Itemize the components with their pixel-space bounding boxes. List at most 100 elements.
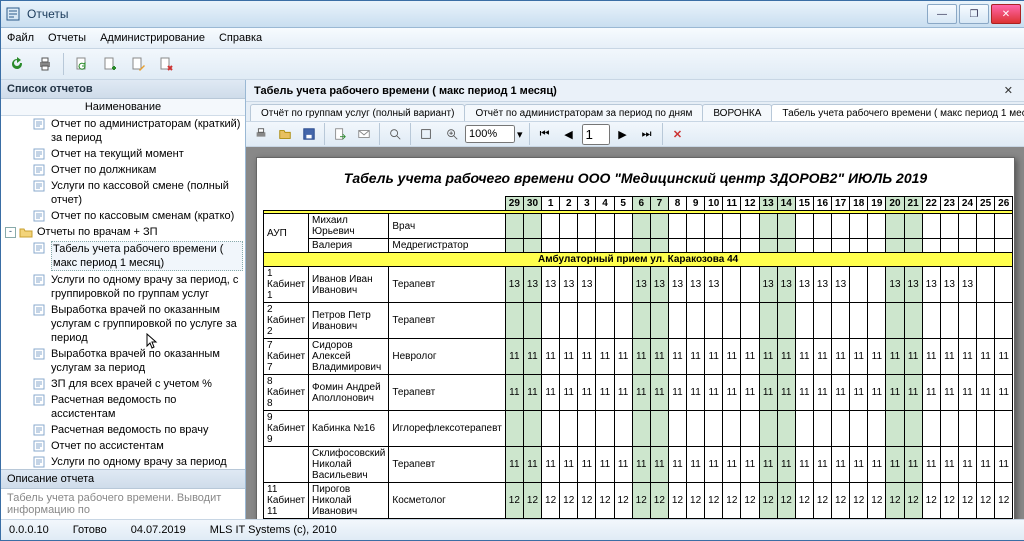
doc-icon <box>33 440 47 452</box>
tree-node[interactable]: -Отчеты по врачам + ЗП <box>1 224 245 240</box>
tree-label: Услуги по одному врачу за период, с груп… <box>51 273 243 301</box>
doc-icon <box>33 424 47 436</box>
document-tab[interactable]: ВОРОНКА <box>702 104 772 121</box>
statusbar: 0.0.0.10 Готово 04.07.2019 MLS IT System… <box>1 519 1024 540</box>
window-title: Отчеты <box>27 7 927 21</box>
document-tabs: Отчёт по группам услуг (полный вариант)О… <box>246 102 1024 121</box>
tree-label: Отчеты по врачам + ЗП <box>37 225 243 239</box>
tree-label: Отчет по ассистентам <box>51 439 243 453</box>
prev-page-icon[interactable]: ◀ <box>558 123 580 145</box>
tree-node[interactable]: Отчет по администраторам (краткий) за пе… <box>1 116 245 146</box>
status-date: 04.07.2019 <box>131 524 186 536</box>
report-tree[interactable]: Отчет по администраторам (краткий) за пе… <box>1 116 245 469</box>
print-icon[interactable] <box>250 123 272 145</box>
tree-node[interactable]: Отчет по ассистентам <box>1 438 245 454</box>
titlebar: Отчеты — ❐ ✕ <box>1 1 1024 28</box>
doc-icon <box>33 304 47 316</box>
menu-item[interactable]: Администрирование <box>100 32 205 44</box>
tree-label: Услуги по одному врачу за период <box>51 455 243 469</box>
doc-icon <box>33 378 47 390</box>
doc-icon <box>33 242 47 254</box>
sidebar: Список отчетов Наименование Отчет по адм… <box>1 80 246 519</box>
document-close-button[interactable]: ✕ <box>1000 84 1017 97</box>
main-area: Табель учета рабочего времени ( макс пер… <box>246 80 1024 519</box>
report-title: Табель учета рабочего времени ООО "Медиц… <box>263 164 1008 196</box>
open-icon[interactable] <box>274 123 296 145</box>
export-icon[interactable] <box>329 123 351 145</box>
next-page-icon[interactable]: ▶ <box>612 123 634 145</box>
main-toolbar <box>1 49 1024 80</box>
tree-node[interactable]: ЗП для всех врачей с учетом % <box>1 376 245 392</box>
document-tab[interactable]: Отчёт по группам услуг (полный вариант) <box>250 104 465 121</box>
minimize-button[interactable]: — <box>927 4 957 24</box>
menu-item[interactable]: Справка <box>219 32 262 44</box>
tree-node[interactable]: Расчетная ведомость по ассистентам <box>1 392 245 422</box>
sidebar-title: Список отчетов <box>1 80 245 99</box>
menu-item[interactable]: Файл <box>7 32 34 44</box>
doc-icon <box>33 210 47 222</box>
maximize-button[interactable]: ❐ <box>959 4 989 24</box>
doc-delete-button[interactable] <box>154 52 178 76</box>
last-page-icon[interactable]: ⏭ <box>636 123 658 145</box>
tree-label: Отчет по кассовым сменам (кратко) <box>51 209 243 223</box>
status-version: 0.0.0.10 <box>9 524 49 536</box>
export-mail-icon[interactable] <box>353 123 375 145</box>
description-title: Описание отчета <box>1 469 245 489</box>
tree-node[interactable]: Выработка врачей по оказанным услугам с … <box>1 302 245 346</box>
doc-icon <box>33 180 47 192</box>
tree-label: Отчет по должникам <box>51 163 243 177</box>
tree-node[interactable]: Услуги по одному врачу за период, с груп… <box>1 272 245 302</box>
tree-node[interactable]: Услуги по кассовой смене (полный отчет) <box>1 178 245 208</box>
doc-edit-button[interactable] <box>126 52 150 76</box>
tree-node[interactable]: Отчет по кассовым сменам (кратко) <box>1 208 245 224</box>
doc-icon <box>33 274 47 286</box>
find-icon[interactable] <box>384 123 406 145</box>
zoom-reset-icon[interactable] <box>415 123 437 145</box>
preview-toolbar: ▾ ⏮ ◀ ▶ ⏭ ✕ <box>246 121 1024 147</box>
timesheet-table: 2930123456789101112131415161718192021222… <box>263 196 1013 519</box>
menu-item[interactable]: Отчеты <box>48 32 86 44</box>
zoom-input[interactable] <box>465 125 515 143</box>
status-copyright: MLS IT Systems (c), 2010 <box>210 524 337 536</box>
doc-icon <box>33 456 47 468</box>
tree-label: Табель учета рабочего времени ( макс пер… <box>51 241 243 271</box>
tree-label: Отчет на текущий момент <box>51 147 243 161</box>
doc-refresh-button[interactable] <box>70 52 94 76</box>
report-viewport[interactable]: Табель учета рабочего времени ООО "Медиц… <box>246 147 1024 519</box>
document-tab[interactable]: Табель учета рабочего времени ( макс пер… <box>771 104 1024 121</box>
report-page: Табель учета рабочего времени ООО "Медиц… <box>256 157 1015 519</box>
folder-icon <box>19 226 33 238</box>
status-state: Готово <box>73 524 107 536</box>
tree-node[interactable]: Выработка врачей по оказанным услугам за… <box>1 346 245 376</box>
tree-node[interactable]: Расчетная ведомость по врачу <box>1 422 245 438</box>
doc-icon <box>33 348 47 360</box>
zoom-icon[interactable] <box>441 123 463 145</box>
document-title-bar: Табель учета рабочего времени ( макс пер… <box>246 80 1024 102</box>
tree-header: Наименование <box>1 99 245 116</box>
doc-icon <box>33 148 47 160</box>
tree-node[interactable]: Табель учета рабочего времени ( макс пер… <box>1 240 245 272</box>
save-icon[interactable] <box>298 123 320 145</box>
document-tab[interactable]: Отчёт по администраторам за период по дн… <box>464 104 703 121</box>
close-button[interactable]: ✕ <box>991 4 1021 24</box>
doc-icon <box>33 394 47 406</box>
tree-node[interactable]: Отчет по должникам <box>1 162 245 178</box>
page-input[interactable] <box>582 124 610 145</box>
refresh-button[interactable] <box>5 52 29 76</box>
tree-label: Расчетная ведомость по врачу <box>51 423 243 437</box>
doc-icon <box>33 164 47 176</box>
tree-node[interactable]: Услуги по одному врачу за период <box>1 454 245 469</box>
tree-label: Выработка врачей по оказанным услугам с … <box>51 303 243 345</box>
tree-node[interactable]: Отчет на текущий момент <box>1 146 245 162</box>
zoom-dropdown-icon[interactable]: ▾ <box>517 128 523 141</box>
doc-icon <box>33 118 47 130</box>
close-preview-icon[interactable]: ✕ <box>667 123 689 145</box>
app-icon <box>5 6 21 22</box>
doc-add-button[interactable] <box>98 52 122 76</box>
print-button[interactable] <box>33 52 57 76</box>
document-title: Табель учета рабочего времени ( макс пер… <box>254 85 557 97</box>
tree-label: Услуги по кассовой смене (полный отчет) <box>51 179 243 207</box>
description-text: Табель учета рабочего времени. Выводит и… <box>1 489 245 519</box>
tree-label: Выработка врачей по оказанным услугам за… <box>51 347 243 375</box>
first-page-icon[interactable]: ⏮ <box>534 123 556 145</box>
